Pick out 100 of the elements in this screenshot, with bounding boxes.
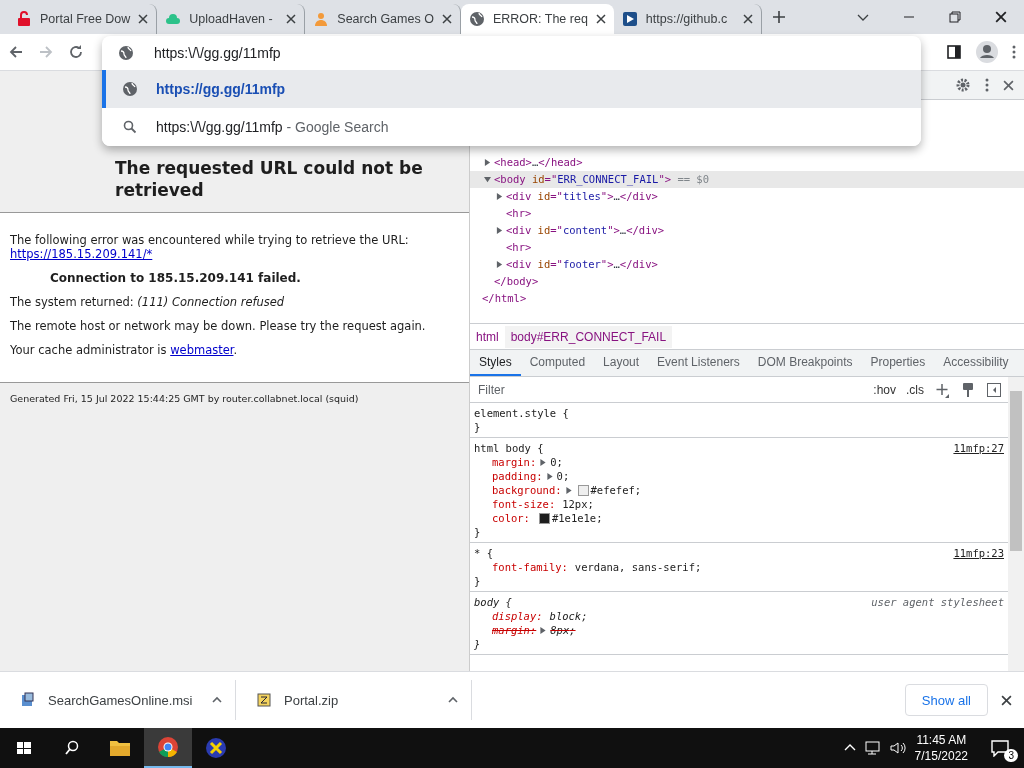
breadcrumb[interactable]: html — [470, 325, 505, 348]
folder-icon[interactable] — [109, 738, 131, 758]
download-item[interactable]: SearchGamesOnline.msi — [0, 680, 236, 720]
cls-toggle[interactable]: .cls — [906, 382, 924, 397]
css-declaration[interactable]: font-size: 12px; — [492, 497, 594, 511]
closing-brace: } — [474, 420, 481, 434]
footer-text: Generated Fri, 15 Jul 2022 15:44:25 GMT by router.collabnet.local (squid) — [10, 393, 359, 404]
css-declaration[interactable]: padding: 0; — [492, 469, 570, 483]
failure-message: Connection to 185.15.209.141 failed. — [50, 271, 302, 285]
plus-icon[interactable] — [934, 381, 950, 398]
close-icon[interactable] — [286, 14, 297, 24]
devtools-tab[interactable]: DOM Breakpoints — [748, 350, 862, 376]
show-all-button[interactable]: Show all — [904, 684, 988, 716]
restore-icon[interactable] — [947, 9, 963, 25]
close-icon[interactable] — [1000, 694, 1012, 706]
dom-node[interactable]: <div id="footer">…</div> — [470, 256, 1024, 273]
search-icon[interactable] — [64, 740, 80, 756]
scrollbar[interactable] — [1008, 377, 1024, 671]
expand-arrow-icon[interactable] — [484, 159, 491, 166]
network-icon[interactable] — [864, 740, 883, 756]
windows-logo-icon[interactable] — [16, 740, 32, 756]
archive-icon — [256, 692, 272, 708]
close-icon[interactable] — [595, 14, 606, 24]
expand-arrow-icon[interactable] — [496, 193, 503, 200]
search-icon — [122, 119, 138, 135]
devtools-tab[interactable]: Accessibility — [934, 350, 1018, 376]
close-icon[interactable] — [1003, 79, 1014, 91]
kebab-menu-icon[interactable] — [985, 77, 989, 93]
omnibox-suggestion[interactable]: https:\/\/gg.gg/11mfp - Google Search — [102, 108, 921, 146]
dom-node[interactable]: <hr> — [470, 205, 1024, 222]
css-declaration[interactable]: color: #1e1e1e; — [492, 511, 603, 525]
css-declaration[interactable]: font-family: verdana, sans-serif; — [492, 560, 702, 574]
dom-node[interactable]: </html> — [470, 290, 1024, 307]
css-declaration[interactable]: background: #efefef; — [492, 483, 642, 497]
close-icon[interactable] — [441, 14, 452, 24]
expand-arrow-icon[interactable] — [496, 261, 503, 268]
close-icon[interactable] — [742, 14, 753, 24]
expand-arrow-icon[interactable] — [546, 472, 553, 480]
side-panel-icon[interactable] — [946, 44, 962, 60]
back-arrow-icon[interactable] — [8, 44, 24, 60]
notification-icon[interactable] — [990, 739, 1010, 757]
devtools-tab[interactable]: Computed — [520, 350, 595, 376]
breadcrumb[interactable]: body#ERR_CONNECT_FAIL — [504, 325, 673, 348]
speaker-icon[interactable] — [888, 740, 907, 756]
color-swatch[interactable] — [577, 484, 589, 496]
color-swatch[interactable] — [538, 512, 550, 524]
download-item[interactable]: Portal.zip — [236, 680, 472, 720]
paint-roller-icon[interactable] — [960, 381, 976, 398]
devtools-tab[interactable]: Event Listeners — [648, 350, 749, 376]
css-declaration[interactable]: margin: 8px; — [492, 623, 576, 637]
css-selector: body { — [474, 595, 512, 609]
page-heading: The requested URL could not be retrieved — [115, 157, 424, 201]
css-declaration[interactable]: margin: 0; — [492, 455, 563, 469]
expand-arrow-icon[interactable] — [540, 458, 547, 466]
globe-icon — [118, 45, 134, 61]
reload-icon[interactable] — [68, 44, 84, 60]
expand-arrow-icon[interactable] — [496, 227, 503, 234]
system-message: The system returned: (111) Connection refused — [10, 295, 286, 309]
collapse-arrow-icon[interactable] — [484, 176, 491, 183]
clock[interactable]: 11:45 AM 7/15/2022 — [906, 732, 976, 764]
close-icon[interactable] — [995, 11, 1007, 23]
expand-arrow-icon[interactable] — [565, 486, 572, 494]
devtools-tab[interactable]: Properties — [861, 350, 935, 376]
dom-node[interactable]: </body> — [470, 273, 1024, 290]
webmaster-link[interactable]: webmaster — [170, 343, 234, 357]
globe-icon — [468, 11, 485, 27]
kebab-menu-icon[interactable] — [1012, 44, 1016, 60]
dom-node[interactable]: <div id="content">…</div> — [470, 222, 1024, 239]
browser-tab[interactable]: ERROR: The req — [460, 4, 614, 34]
person-icon — [313, 11, 330, 27]
source-link[interactable]: 11mfp:27 — [953, 441, 1004, 455]
dom-node[interactable]: <head>…</head> — [470, 154, 1024, 171]
stylesheet-origin: user agent stylesheet — [871, 595, 1004, 609]
profile-avatar-icon[interactable] — [976, 41, 998, 63]
omnibox-suggestion[interactable]: https://gg.gg/11mfp — [102, 70, 921, 108]
dom-node[interactable]: <div id="titles">…</div> — [470, 188, 1024, 205]
plus-icon[interactable] — [770, 9, 787, 25]
devtools-tab[interactable]: Styles — [470, 350, 521, 376]
globe-icon — [122, 81, 138, 97]
chrome-icon[interactable] — [157, 736, 179, 758]
url-link[interactable]: https://185.15.209.141/* — [10, 247, 153, 261]
closing-brace: } — [474, 574, 481, 588]
close-icon[interactable] — [138, 14, 149, 24]
address-field[interactable]: https:\/\/gg.gg/11mfp — [152, 44, 921, 62]
css-declaration[interactable]: display: block; — [492, 609, 588, 623]
expand-arrow-icon[interactable] — [540, 626, 547, 634]
source-link[interactable]: 11mfp:23 — [953, 546, 1004, 560]
hov-toggle[interactable]: :hov — [873, 382, 896, 397]
settings-icon[interactable] — [955, 77, 971, 93]
dom-node[interactable]: <hr> — [470, 239, 1024, 256]
closing-brace: } — [474, 637, 481, 651]
css-selector: * { — [474, 546, 493, 560]
padlock-icon — [16, 11, 32, 27]
notification-badge: 3 — [1004, 749, 1018, 762]
x-app-icon[interactable] — [205, 737, 227, 759]
devtools-tab[interactable]: Layout — [594, 350, 649, 376]
css-selector: html body { — [474, 441, 544, 455]
dom-node[interactable]: <body id="ERR_CONNECT_FAIL"> == $0 — [470, 171, 1024, 188]
sidebar-toggle-icon[interactable] — [986, 381, 1002, 398]
cloud-icon — [165, 11, 182, 27]
